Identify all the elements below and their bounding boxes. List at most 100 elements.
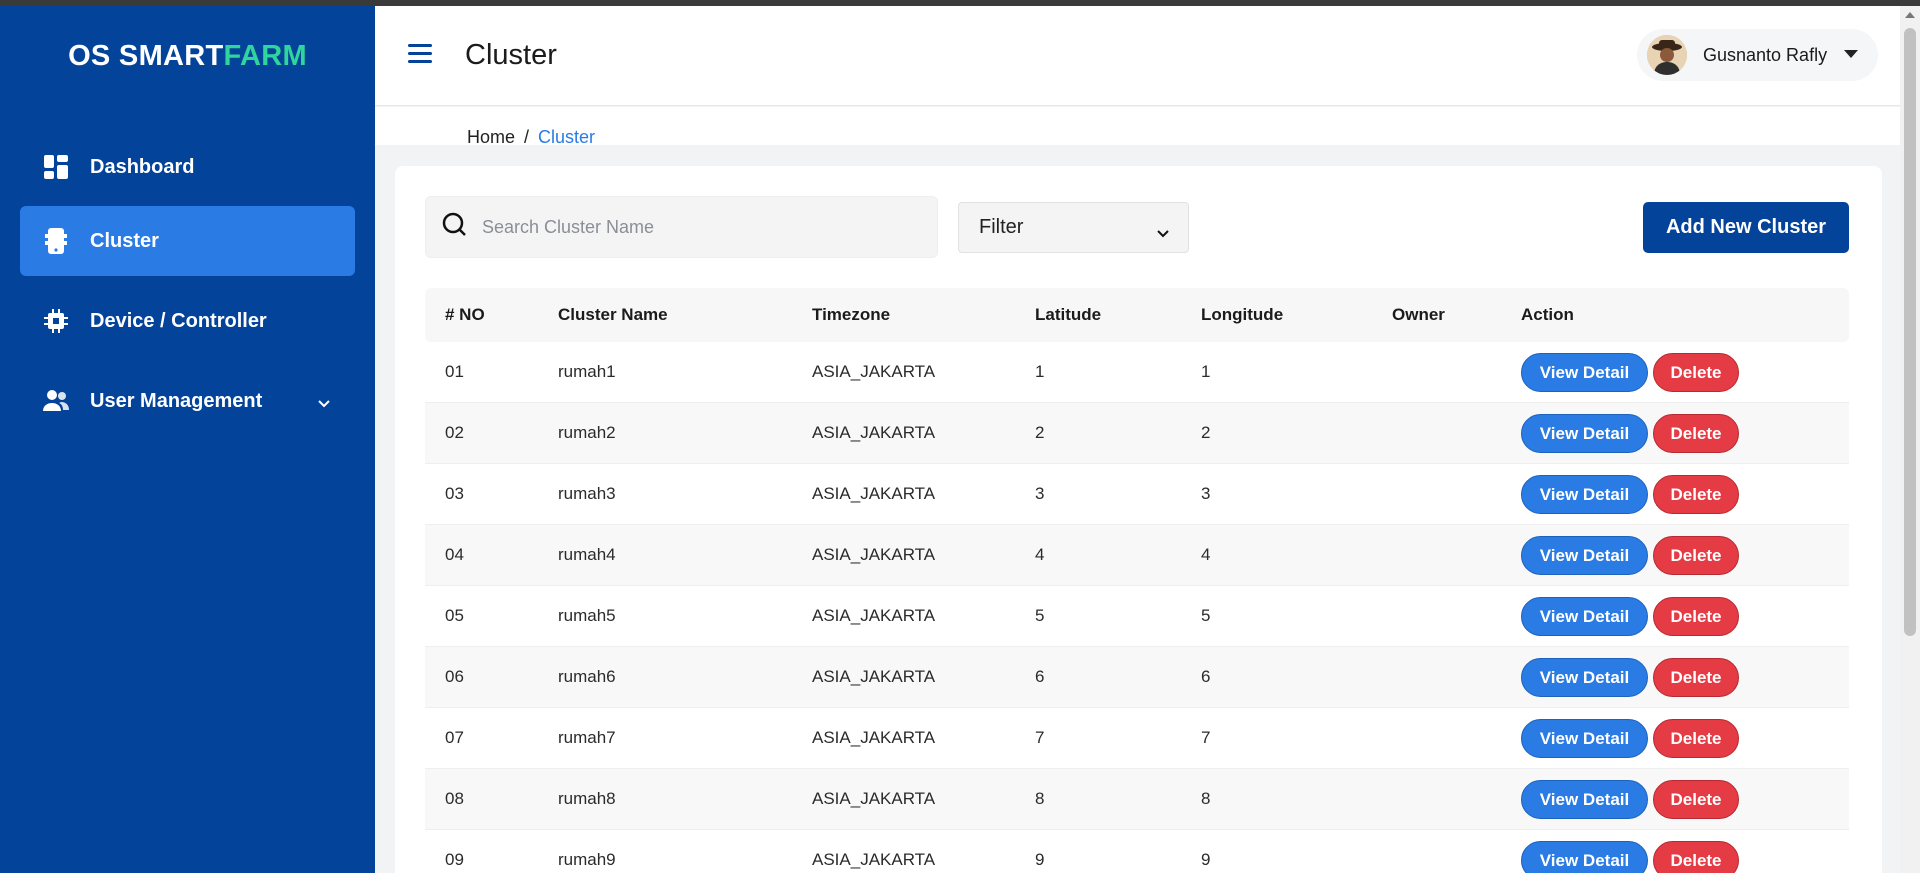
view-detail-button[interactable]: View Detail bbox=[1521, 780, 1648, 819]
cell-cluster-name: rumah1 bbox=[558, 362, 616, 381]
sidebar-item-dashboard[interactable]: Dashboard bbox=[20, 132, 355, 202]
cell-timezone: ASIA_JAKARTA bbox=[812, 606, 936, 625]
cell-timezone: ASIA_JAKARTA bbox=[812, 728, 936, 747]
view-detail-button[interactable]: View Detail bbox=[1521, 353, 1648, 392]
delete-button[interactable]: Delete bbox=[1653, 658, 1739, 697]
cell-latitude: 6 bbox=[1035, 667, 1045, 686]
delete-button[interactable]: Delete bbox=[1653, 780, 1739, 819]
scroll-up-arrow-icon[interactable] bbox=[1905, 12, 1915, 18]
cell-latitude: 3 bbox=[1035, 484, 1045, 503]
table-row: 02 rumah2 ASIA_JAKARTA 2 2 View Detail D… bbox=[425, 403, 1849, 464]
filter-select[interactable]: Filter bbox=[958, 202, 1189, 253]
cell-no: 06 bbox=[445, 667, 464, 686]
delete-button[interactable]: Delete bbox=[1653, 536, 1739, 575]
table-header: # NO Cluster Name Timezone Latitude Long… bbox=[425, 288, 1849, 342]
cell-cluster-name: rumah5 bbox=[558, 606, 616, 625]
table-row: 01 rumah1 ASIA_JAKARTA 1 1 View Detail D… bbox=[425, 342, 1849, 403]
chip-icon bbox=[42, 307, 70, 335]
cell-cluster-name: rumah7 bbox=[558, 728, 616, 747]
column-header: Owner bbox=[1392, 305, 1445, 324]
cell-cluster-name: rumah9 bbox=[558, 850, 616, 869]
cell-cluster-name: rumah8 bbox=[558, 789, 616, 808]
table-row: 05 rumah5 ASIA_JAKARTA 5 5 View Detail D… bbox=[425, 586, 1849, 647]
column-header: Action bbox=[1521, 305, 1574, 324]
browser-top-edge bbox=[0, 0, 1920, 6]
cell-timezone: ASIA_JAKARTA bbox=[812, 362, 936, 381]
cell-no: 04 bbox=[445, 545, 464, 564]
scrollbar-thumb[interactable] bbox=[1904, 28, 1916, 636]
page-scrollbar[interactable] bbox=[1900, 6, 1920, 873]
cell-cluster-name: rumah4 bbox=[558, 545, 616, 564]
column-header: Timezone bbox=[812, 305, 891, 324]
cell-longitude: 6 bbox=[1201, 667, 1211, 686]
delete-button[interactable]: Delete bbox=[1653, 841, 1739, 873]
chevron-down-icon bbox=[1156, 222, 1170, 245]
delete-button[interactable]: Delete bbox=[1653, 353, 1739, 392]
table-row: 09 rumah9 ASIA_JAKARTA 9 9 View Detail D… bbox=[425, 830, 1849, 873]
user-menu[interactable]: Gusnanto Rafly bbox=[1637, 29, 1878, 81]
cell-longitude: 3 bbox=[1201, 484, 1211, 503]
cell-longitude: 1 bbox=[1201, 362, 1211, 381]
top-header: Cluster Gusnanto Rafly bbox=[375, 6, 1900, 106]
sidebar-item-label: User Management bbox=[90, 389, 263, 412]
table-row: 08 rumah8 ASIA_JAKARTA 8 8 View Detail D… bbox=[425, 769, 1849, 830]
cell-timezone: ASIA_JAKARTA bbox=[812, 789, 936, 808]
cell-no: 03 bbox=[445, 484, 464, 503]
cell-no: 05 bbox=[445, 606, 464, 625]
view-detail-button[interactable]: View Detail bbox=[1521, 414, 1648, 453]
delete-button[interactable]: Delete bbox=[1653, 475, 1739, 514]
view-detail-button[interactable]: View Detail bbox=[1521, 719, 1648, 758]
sidebar: OS SMARTFARM Dashboard Cluster Device / … bbox=[0, 6, 375, 873]
table-row: 07 rumah7 ASIA_JAKARTA 7 7 View Detail D… bbox=[425, 708, 1849, 769]
cell-longitude: 2 bbox=[1201, 423, 1211, 442]
search-input[interactable] bbox=[482, 216, 902, 238]
cell-longitude: 8 bbox=[1201, 789, 1211, 808]
cluster-card: Filter Add New Cluster # NO Cluster Name… bbox=[395, 166, 1882, 873]
breadcrumb-home[interactable]: Home bbox=[467, 127, 515, 147]
add-new-cluster-button[interactable]: Add New Cluster bbox=[1643, 202, 1849, 253]
cell-longitude: 5 bbox=[1201, 606, 1211, 625]
breadcrumb: Home / Cluster bbox=[467, 127, 595, 148]
brand-logo[interactable]: OS SMARTFARM bbox=[0, 40, 375, 73]
cell-latitude: 7 bbox=[1035, 728, 1045, 747]
chevron-down-icon bbox=[317, 392, 331, 415]
delete-button[interactable]: Delete bbox=[1653, 597, 1739, 636]
cell-timezone: ASIA_JAKARTA bbox=[812, 850, 936, 869]
cell-timezone: ASIA_JAKARTA bbox=[812, 484, 936, 503]
breadcrumb-current: Cluster bbox=[538, 127, 596, 147]
cell-no: 09 bbox=[445, 850, 464, 869]
menu-toggle-icon[interactable] bbox=[408, 44, 432, 64]
cell-no: 07 bbox=[445, 728, 464, 747]
cell-latitude: 4 bbox=[1035, 545, 1045, 564]
phone-device-icon bbox=[42, 227, 70, 255]
view-detail-button[interactable]: View Detail bbox=[1521, 475, 1648, 514]
brand-text-accent: FARM bbox=[223, 40, 307, 72]
view-detail-button[interactable]: View Detail bbox=[1521, 536, 1648, 575]
search-box[interactable] bbox=[425, 196, 938, 258]
view-detail-button[interactable]: View Detail bbox=[1521, 597, 1648, 636]
cell-cluster-name: rumah3 bbox=[558, 484, 616, 503]
sidebar-item-device-controller[interactable]: Device / Controller bbox=[20, 286, 355, 356]
cell-timezone: ASIA_JAKARTA bbox=[812, 545, 936, 564]
cell-longitude: 9 bbox=[1201, 850, 1211, 869]
table-row: 04 rumah4 ASIA_JAKARTA 4 4 View Detail D… bbox=[425, 525, 1849, 586]
avatar bbox=[1647, 35, 1687, 75]
cell-latitude: 9 bbox=[1035, 850, 1045, 869]
column-header: Longitude bbox=[1201, 305, 1284, 324]
page-title: Cluster bbox=[465, 39, 557, 71]
sidebar-item-user-management[interactable]: User Management bbox=[20, 366, 355, 436]
brand-text-main: OS SMART bbox=[68, 40, 224, 72]
cell-latitude: 5 bbox=[1035, 606, 1045, 625]
view-detail-button[interactable]: View Detail bbox=[1521, 841, 1648, 873]
view-detail-button[interactable]: View Detail bbox=[1521, 658, 1648, 697]
delete-button[interactable]: Delete bbox=[1653, 414, 1739, 453]
sidebar-item-cluster[interactable]: Cluster bbox=[20, 206, 355, 276]
user-name: Gusnanto Rafly bbox=[1703, 44, 1828, 65]
cell-longitude: 4 bbox=[1201, 545, 1211, 564]
cell-no: 01 bbox=[445, 362, 464, 381]
delete-button[interactable]: Delete bbox=[1653, 719, 1739, 758]
sidebar-item-label: Dashboard bbox=[90, 155, 195, 178]
search-icon bbox=[442, 212, 468, 243]
cluster-table: # NO Cluster Name Timezone Latitude Long… bbox=[425, 288, 1849, 873]
sidebar-item-label: Cluster bbox=[90, 229, 159, 252]
